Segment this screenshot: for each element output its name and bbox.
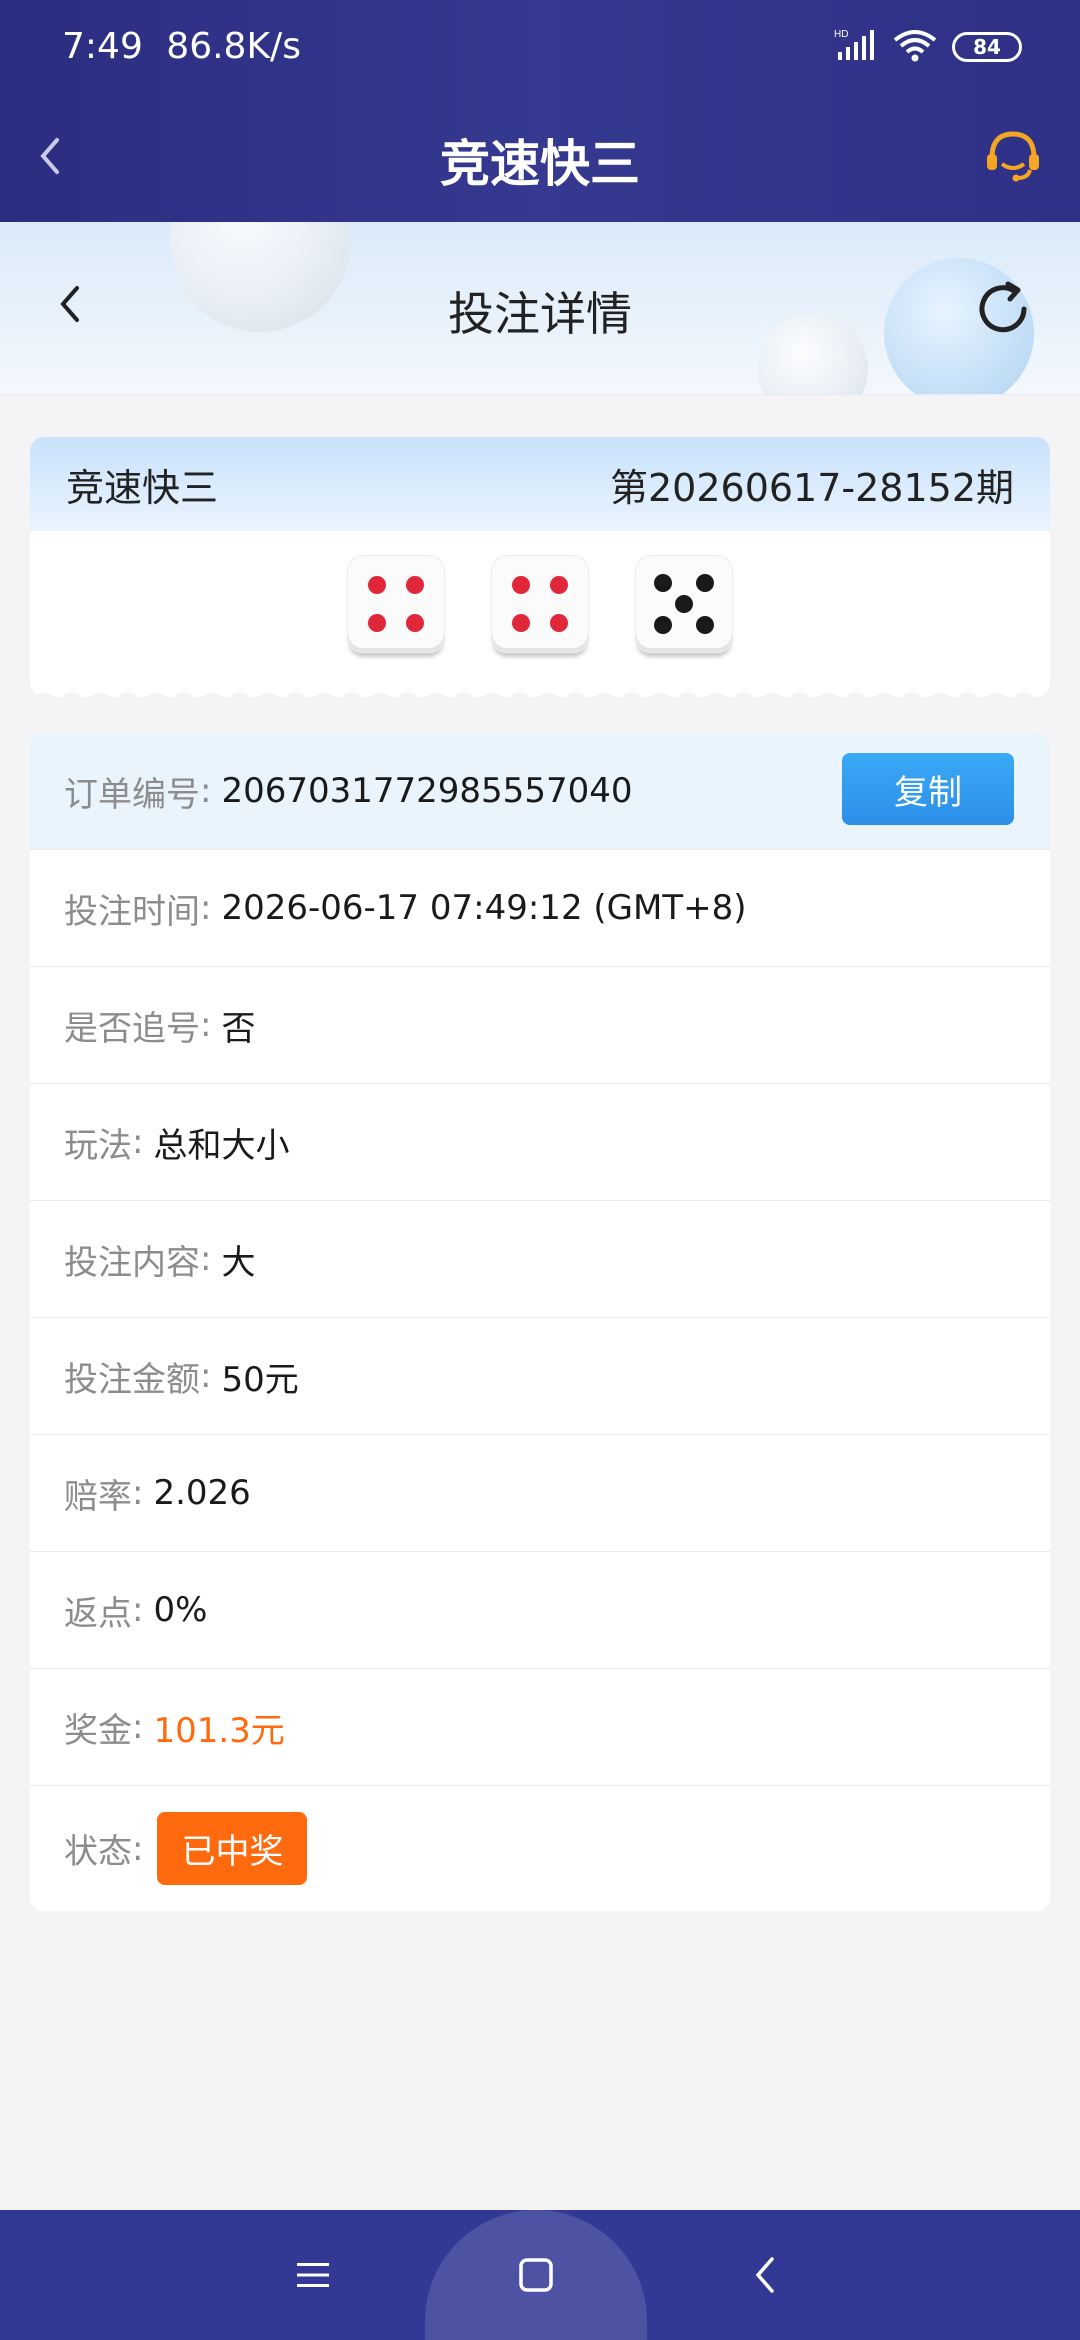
bet-time-label: 投注时间 [64, 891, 200, 932]
die-2 [491, 555, 589, 653]
draw-result-header: 竞速快三 第20260617-28152期 [30, 437, 1050, 531]
bet-details-card: 订单编号 : 2067031772985557040 复制 投注时间 : 202… [30, 733, 1050, 1911]
status-label: 状态 [64, 1832, 132, 1872]
status-icons: HD 84 [834, 28, 1022, 66]
die-pip [511, 614, 530, 633]
status-bar: 7:49 86.8K/s HD 84 [0, 0, 1080, 96]
chase-label: 是否追号 [64, 1008, 200, 1049]
order-number-label: 订单编号 [64, 774, 200, 815]
battery-indicator: 84 [952, 32, 1022, 62]
die-pip [550, 614, 569, 633]
colon: : [200, 1239, 212, 1279]
die-pip [675, 595, 693, 613]
colon: : [200, 1005, 212, 1045]
bet-content-label: 投注内容 [64, 1242, 200, 1283]
chase-value: 否 [221, 1008, 256, 1049]
die-pip [367, 575, 386, 594]
bet-time-row: 投注时间 : 2026-06-17 07:49:12 (GMT+8) [30, 850, 1050, 967]
play-type-label: 玩法 [64, 1125, 132, 1166]
ticket-edge [30, 683, 1050, 697]
rebate-value: 0% [153, 1590, 208, 1630]
issue-number: 第20260617-28152期 [609, 465, 1014, 510]
menu-icon[interactable] [278, 2240, 348, 2310]
status-row: 状态 : 已中奖 [30, 1786, 1050, 1911]
game-name: 竞速快三 [66, 465, 219, 510]
customer-service-icon[interactable] [980, 124, 1046, 190]
die-pip [406, 575, 425, 594]
app-title: 竞速快三 [440, 135, 640, 193]
colon: : [132, 1122, 144, 1162]
status-time: 7:49 86.8K/s [62, 26, 301, 67]
network-speed: 86.8K/s [166, 26, 301, 67]
draw-result-card: 竞速快三 第20260617-28152期 [30, 437, 1050, 697]
bet-content-value: 大 [221, 1242, 256, 1283]
app-header: 竞速快三 [0, 96, 1080, 222]
refresh-icon[interactable] [972, 278, 1034, 340]
triangle-back-icon[interactable] [730, 2240, 800, 2310]
die-pip [367, 614, 386, 633]
die-pip [511, 575, 530, 594]
page-title: 投注详情 [448, 287, 632, 341]
die-pip [653, 616, 672, 635]
app-top-area: 7:49 86.8K/s HD 84 竞速快三 [0, 0, 1080, 222]
order-number-value: 2067031772985557040 [221, 771, 633, 811]
die-pip [653, 573, 672, 592]
play-type-value: 总和大小 [153, 1125, 290, 1166]
prize-row: 奖金 : 101.3元 [30, 1669, 1050, 1786]
die-pip [696, 573, 715, 592]
status-badge: 已中奖 [157, 1812, 308, 1885]
bet-amount-row: 投注金额 : 50元 [30, 1318, 1050, 1435]
copy-button[interactable]: 复制 [842, 753, 1014, 825]
odds-value: 2.026 [153, 1473, 251, 1513]
clock-text: 7:49 [62, 26, 143, 67]
signal-icon: HD [834, 28, 878, 66]
square-home-icon[interactable] [501, 2240, 571, 2310]
die-pip [406, 614, 425, 633]
bet-detail-header: 投注详情 [0, 222, 1080, 395]
wifi-icon [892, 28, 938, 66]
colon: : [200, 888, 212, 928]
odds-label: 赔率 [64, 1476, 132, 1517]
prize-label: 奖金 [64, 1710, 132, 1751]
system-nav-bar [0, 2210, 1080, 2340]
die-1 [347, 555, 445, 653]
prize-value: 101.3元 [153, 1710, 285, 1751]
rebate-row: 返点 : 0% [30, 1552, 1050, 1669]
play-type-row: 玩法 : 总和大小 [30, 1084, 1050, 1201]
colon: : [132, 1707, 144, 1747]
rebate-label: 返点 [64, 1593, 132, 1634]
colon: : [200, 771, 212, 811]
svg-text:HD: HD [834, 29, 848, 40]
order-number-row: 订单编号 : 2067031772985557040 复制 [30, 733, 1050, 850]
colon: : [200, 1356, 212, 1396]
odds-row: 赔率 : 2.026 [30, 1435, 1050, 1552]
bet-amount-value: 50元 [221, 1359, 299, 1400]
colon: : [132, 1828, 144, 1869]
bet-amount-label: 投注金额 [64, 1359, 200, 1400]
die-pip [550, 575, 569, 594]
die-3 [635, 555, 733, 653]
colon: : [132, 1590, 144, 1630]
bet-time-value: 2026-06-17 07:49:12 (GMT+8) [221, 888, 747, 928]
die-pip [696, 616, 715, 635]
chase-row: 是否追号 : 否 [30, 967, 1050, 1084]
colon: : [132, 1473, 144, 1513]
bet-content-row: 投注内容 : 大 [30, 1201, 1050, 1318]
dice-result [30, 555, 1050, 653]
